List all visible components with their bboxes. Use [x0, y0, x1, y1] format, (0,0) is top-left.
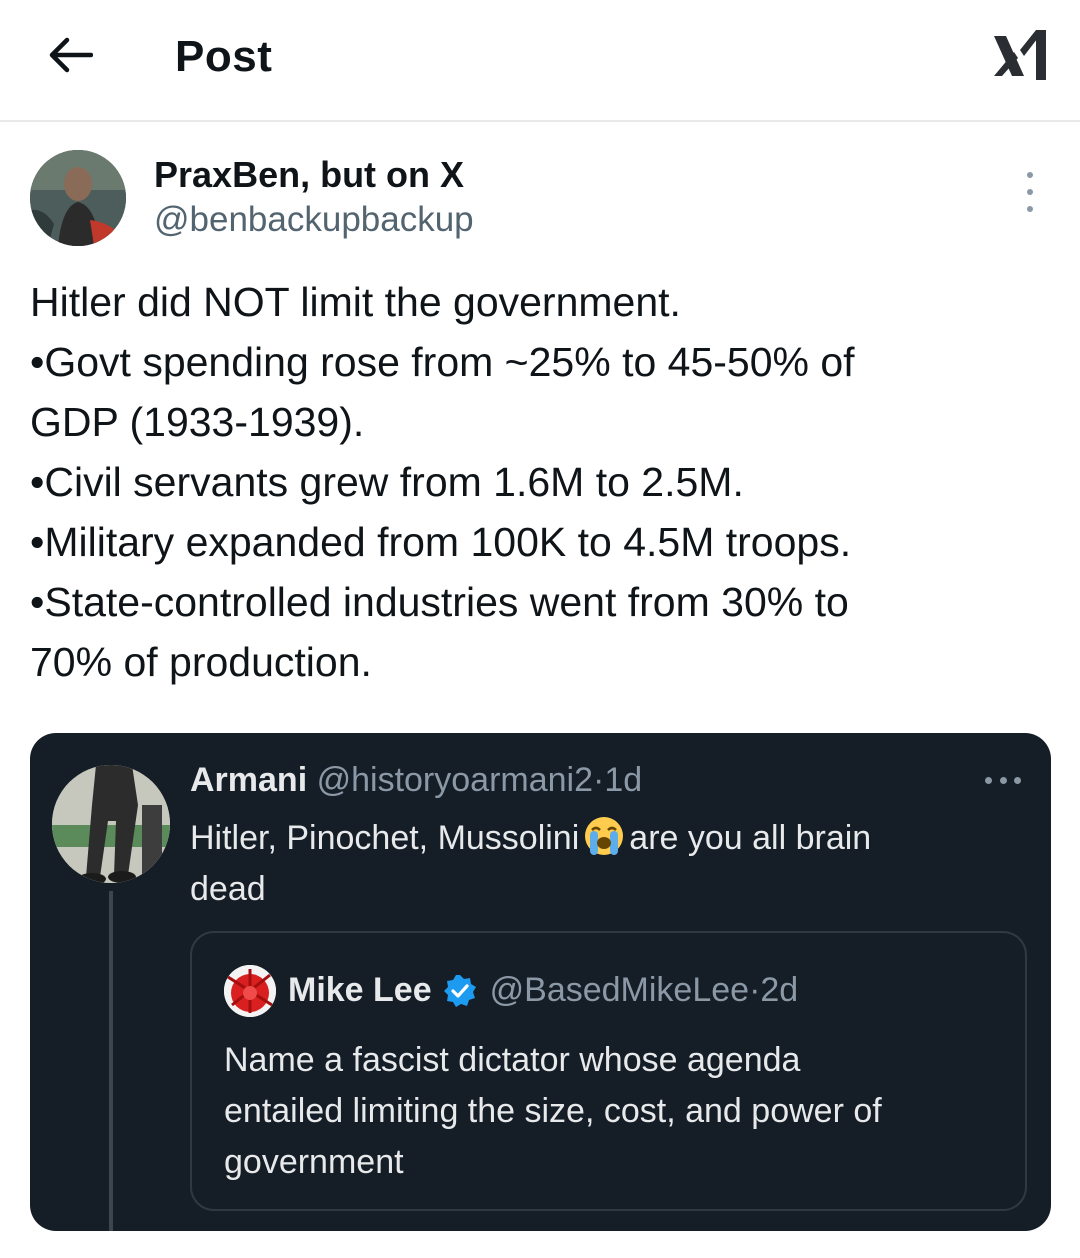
author-name[interactable]: PraxBen, but on X	[154, 154, 464, 196]
page-title: Post	[175, 32, 273, 81]
quote-text: Hitler, Pinochet, Mussolini are you all …	[190, 813, 1010, 915]
nested-author-avatar[interactable]	[224, 965, 276, 1017]
loudly-crying-face-emoji	[585, 817, 624, 855]
nested-author-handle[interactable]: @BasedMikeLee	[490, 971, 749, 1010]
quote-text-part: Hitler, Pinochet, Mussolini	[190, 819, 580, 857]
post-line: Hitler did NOT limit the government.	[30, 279, 681, 325]
quoted-post-card[interactable]: Armani @historyoarmani2·1d Hitler, Pinoc…	[30, 733, 1051, 1231]
quote-author-avatar[interactable]	[52, 765, 170, 883]
author-avatar[interactable]	[30, 150, 126, 246]
separator-dot: ·	[749, 971, 761, 1009]
quote-author-name[interactable]: Armani	[190, 761, 307, 799]
nested-author-meta: Mike Lee @BasedMikeLee · 2d	[288, 971, 798, 1010]
nested-post-text: Name a fascist dictator whose agenda ent…	[224, 1035, 1014, 1188]
more-horizontal-icon[interactable]	[985, 775, 1021, 785]
post-line: •State-controlled industries went from 3…	[30, 579, 849, 625]
quote-author-handle[interactable]: @historyoarmani2	[317, 761, 593, 799]
quote-author-meta: Armani @historyoarmani2·1d	[190, 761, 642, 800]
post-text: Hitler did NOT limit the government. •Go…	[30, 272, 1060, 692]
post-line: GDP (1933-1939).	[30, 399, 365, 445]
author-handle[interactable]: @benbackupbackup	[154, 200, 474, 240]
x-logo-icon	[994, 30, 1046, 80]
avatar-image	[224, 965, 276, 1017]
post-line: •Civil servants grew from 1.6M to 2.5M.	[30, 459, 744, 505]
nested-line: Name a fascist dictator whose agenda	[224, 1041, 801, 1079]
nested-line: government	[224, 1143, 404, 1181]
verified-badge-icon	[443, 974, 476, 1007]
arrow-left-icon	[49, 37, 93, 73]
nested-timestamp[interactable]: 2d	[760, 971, 798, 1010]
avatar-image	[52, 765, 170, 883]
top-bar: Post	[0, 0, 1080, 122]
separator-dot: ·	[593, 761, 605, 799]
quote-text-part: dead	[190, 870, 266, 908]
thread-line	[109, 891, 113, 1231]
quote-text-part: are you all brain	[629, 819, 872, 857]
quote-timestamp[interactable]: 1d	[604, 761, 642, 799]
nested-quoted-post[interactable]: Mike Lee @BasedMikeLee · 2d Name a fascist…	[190, 931, 1027, 1211]
post-header: PraxBen, but on X @benbackupbackup	[30, 150, 1050, 250]
avatar-image	[30, 150, 126, 246]
post-line: 70% of production.	[30, 639, 372, 685]
more-vertical-icon[interactable]	[1015, 172, 1045, 212]
post-line: •Govt spending rose from ~25% to 45-50% …	[30, 339, 855, 385]
nested-author-name[interactable]: Mike Lee	[288, 971, 432, 1010]
post-line: •Military expanded from 100K to 4.5M tro…	[30, 519, 852, 565]
back-button[interactable]	[40, 30, 100, 80]
nested-line: entailed limiting the size, cost, and po…	[224, 1092, 882, 1130]
